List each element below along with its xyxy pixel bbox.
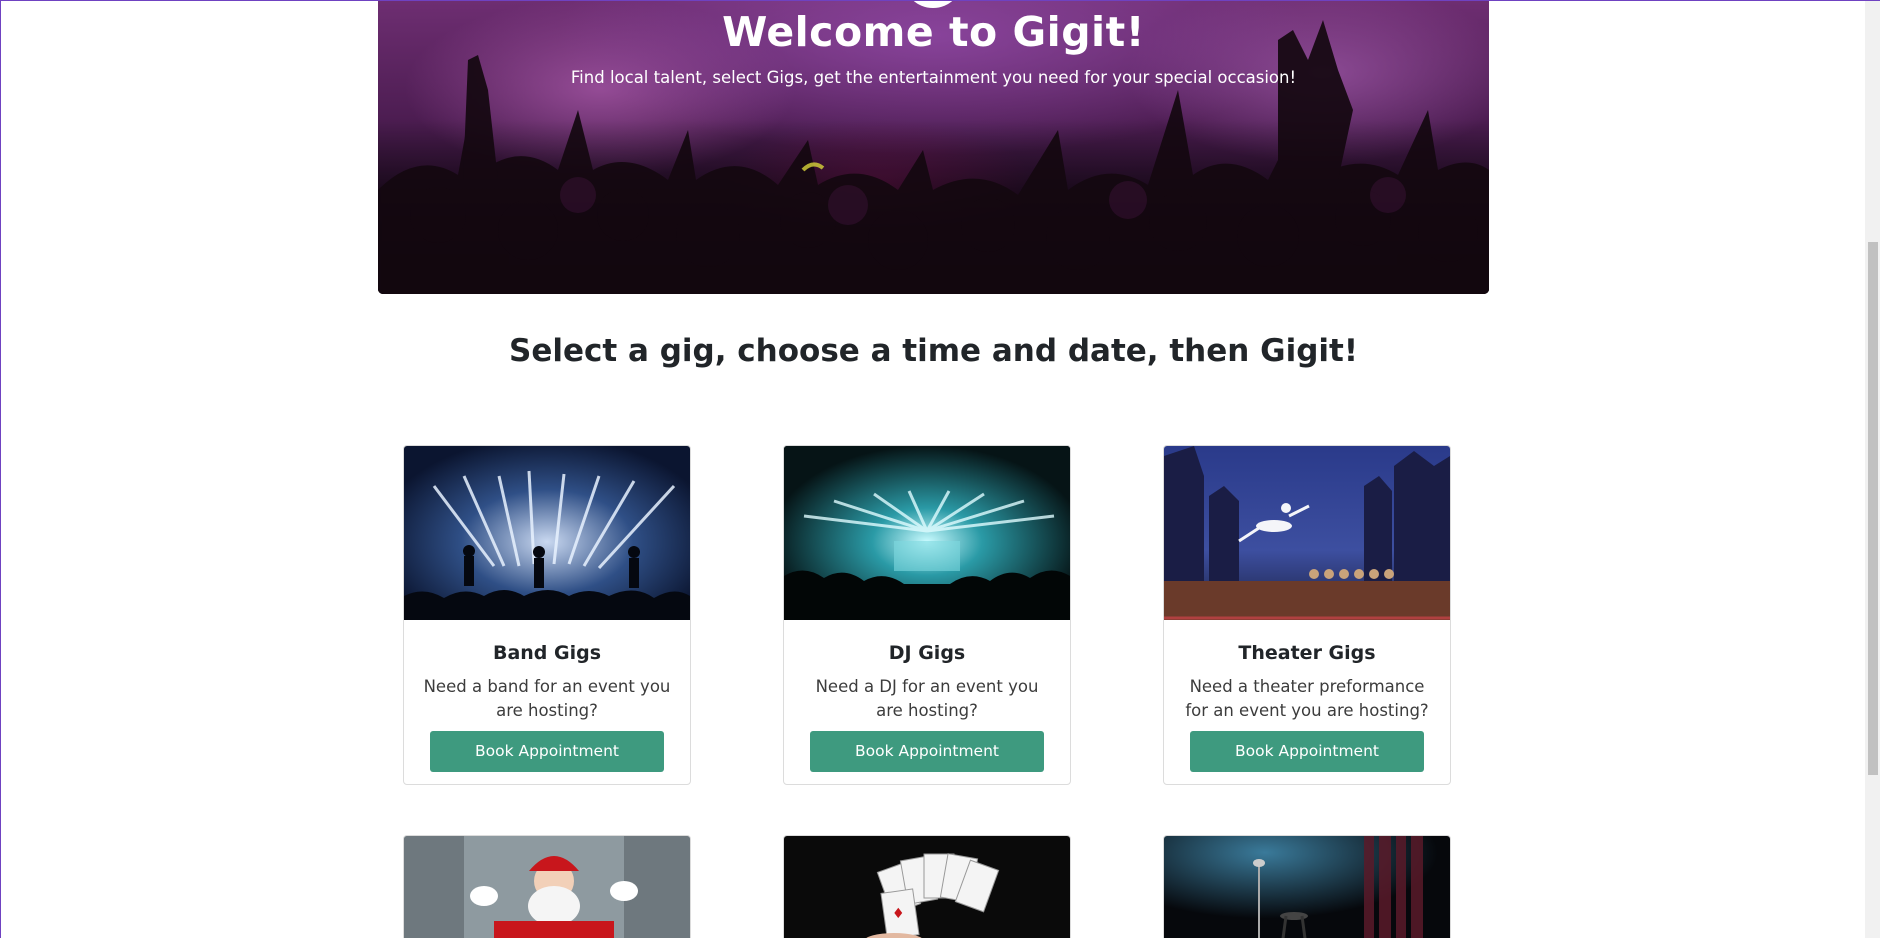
card-text: Need a theater preformance for an event … (1185, 677, 1429, 720)
book-appointment-button[interactable]: Book Appointment (810, 731, 1044, 772)
scrollbar-thumb[interactable] (1868, 242, 1878, 775)
card-title: Theater Gigs (1238, 642, 1376, 664)
page-scrollbar[interactable] (1865, 0, 1880, 938)
card-text: Need a band for an event you are hosting… (423, 677, 671, 720)
hero-banner: Welcome to Gigit! Find local talent, sel… (378, 0, 1489, 294)
gig-card-theater: Theater Gigs Need a theater preformance … (1163, 445, 1451, 785)
book-appointment-button[interactable]: Book Appointment (1190, 731, 1424, 772)
santa-claus-image (404, 836, 690, 938)
gig-card-magic: ♦ (783, 835, 1071, 938)
dj-stage-image (784, 446, 1070, 620)
book-appointment-button[interactable]: Book Appointment (430, 731, 664, 772)
gig-card-dj: DJ Gigs Need a DJ for an event you are h… (783, 445, 1071, 785)
gig-card-comedy (1163, 835, 1451, 938)
section-heading: Select a gig, choose a time and date, th… (509, 333, 1358, 369)
card-text: Need a DJ for an event you are hosting? (815, 677, 1039, 720)
hero-subtitle: Find local talent, select Gigs, get the … (570, 68, 1297, 87)
ballet-stage-image (1164, 446, 1450, 620)
comedy-stage-image (1164, 836, 1450, 938)
svg-text:♦: ♦ (892, 906, 905, 922)
card-title: DJ Gigs (888, 642, 966, 664)
card-title: Band Gigs (492, 642, 602, 664)
magic-cards-image: ♦ (784, 836, 1070, 938)
band-concert-image (404, 446, 690, 620)
hero-title: Welcome to Gigit! (722, 8, 1145, 56)
gig-card-band: Band Gigs Need a band for an event you a… (403, 445, 691, 785)
gig-card-santa (403, 835, 691, 938)
